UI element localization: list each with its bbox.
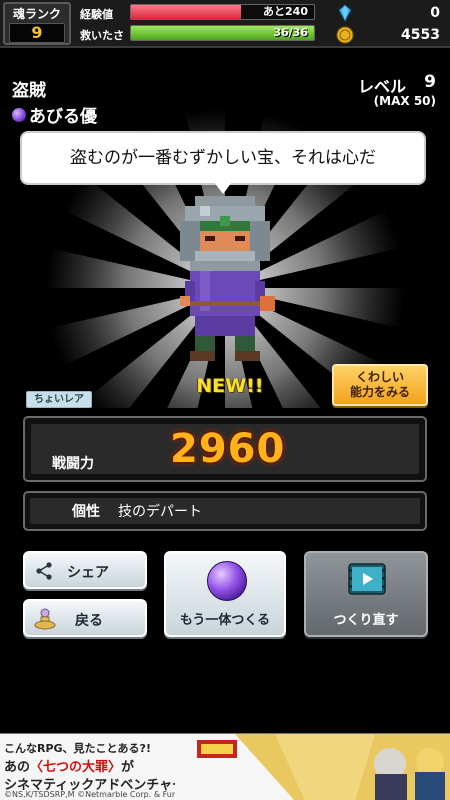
banner-artwork [175, 734, 450, 800]
pedestal-icon [34, 608, 56, 630]
exp-bar: あと240 [130, 4, 315, 20]
share-icon [36, 562, 52, 580]
back-button[interactable]: 戻る [23, 599, 147, 637]
speech-bubble: 盗むのが一番むずかしい宝、それは心だ [22, 133, 424, 183]
rescue-label: 救いたさ [80, 29, 124, 42]
trait-label: 個性 [72, 504, 100, 520]
status-bar: 魂ランク 9 経験値 あと240 救いたさ 36/36 0 4553 [0, 0, 450, 48]
character-quote: 盗むのが一番むずかしい宝、それは心だ [70, 148, 376, 168]
soul-rank-label: 魂ランク [12, 7, 61, 21]
remake-label: つくり直す [333, 613, 399, 628]
banner-line-2-prefix: あの [4, 760, 31, 775]
ad-banner[interactable]: こんなRPG、見たことある?! あの〈七つの大罪〉が シネマティックアドベンチャ… [0, 733, 450, 800]
rarity-badge: ちょいレア [26, 391, 92, 408]
view-details-label-1: くわしい [355, 370, 404, 384]
banner-line-2-suffix: が [121, 760, 135, 775]
level-max: (MAX 50) [373, 94, 436, 108]
rescue-bar: 36/36 [130, 25, 315, 41]
exp-label: 経験値 [80, 8, 113, 21]
remake-button[interactable]: つくり直す [304, 551, 428, 637]
rescue-value: 36/36 [273, 26, 308, 39]
speech-bubble-tail [214, 182, 232, 194]
class-name: 盗賊 [12, 81, 46, 101]
make-another-button[interactable]: もう一体つくる [164, 551, 286, 637]
back-label: 戻る [75, 613, 103, 629]
coin-icon [336, 26, 354, 44]
creator-label: あびる優 [29, 107, 97, 127]
soul-rank-value: 9 [9, 23, 65, 43]
view-details-button[interactable]: くわしい 能力をみる [332, 364, 428, 406]
share-button[interactable]: シェア [23, 551, 147, 589]
trait-value: 技のデパート [118, 504, 202, 520]
new-label: NEW!! [196, 375, 264, 397]
purple-orb-icon [207, 561, 247, 601]
creator-name: あびる優 [12, 102, 97, 127]
level-value: 9 [424, 72, 436, 92]
combat-power-value: 2960 [170, 426, 286, 472]
gem-count: 0 [430, 5, 440, 21]
banner-line-2: あの〈七つの大罪〉が [4, 756, 134, 775]
banner-line-1: こんなRPG、見たことある?! [4, 742, 151, 755]
combat-power-label: 戦闘力 [52, 456, 94, 472]
exp-remaining: あと240 [263, 5, 308, 18]
video-icon [348, 563, 386, 595]
orb-icon [12, 107, 26, 122]
view-details-label-2: 能力をみる [349, 385, 410, 399]
exp-bar-fill [131, 5, 241, 19]
thief-character-sprite [180, 196, 275, 361]
share-label: シェア [67, 565, 109, 581]
coin-count: 4553 [401, 27, 440, 43]
gem-icon [338, 4, 352, 22]
make-another-label: もう一体つくる [179, 613, 271, 628]
soul-rank-box: 魂ランク 9 [3, 2, 71, 45]
banner-line-2-title: 〈七つの大罪〉 [30, 760, 122, 775]
